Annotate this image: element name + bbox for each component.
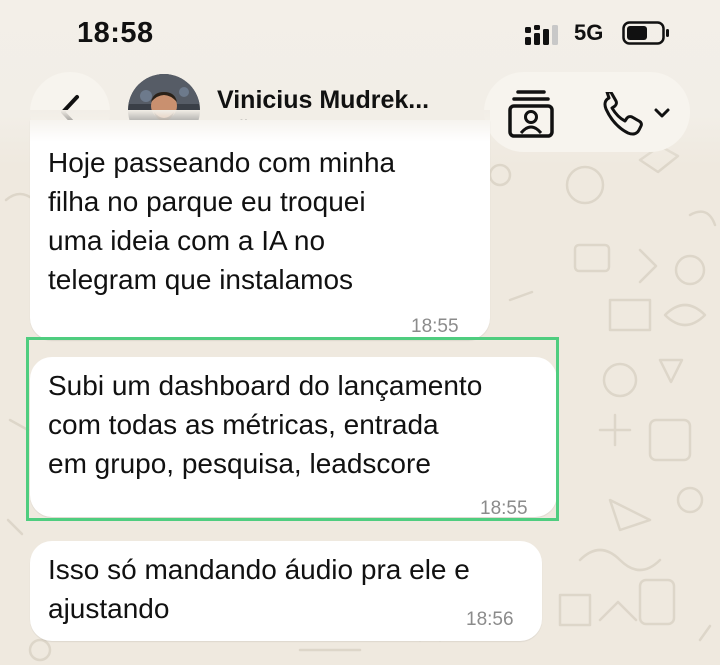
battery-icon [622,21,669,45]
contact-card-icon [508,90,554,138]
chevron-down-icon [654,108,670,118]
header-contact-info[interactable] [118,72,468,152]
message-text: Hoje passeando com minha filha no parque… [48,147,396,295]
phone-icon [603,90,670,136]
highlight-frame [26,337,559,521]
network-label: 5G [574,20,604,45]
signal-icon [525,25,558,45]
message-text: Isso só mandando áudio pra ele e ajustan… [48,554,470,624]
status-time: 18:58 [77,17,154,49]
call-button[interactable] [600,90,674,136]
message-time: 18:55 [411,316,459,337]
contact-card-button[interactable] [502,88,560,138]
message-time: 18:56 [466,609,514,630]
